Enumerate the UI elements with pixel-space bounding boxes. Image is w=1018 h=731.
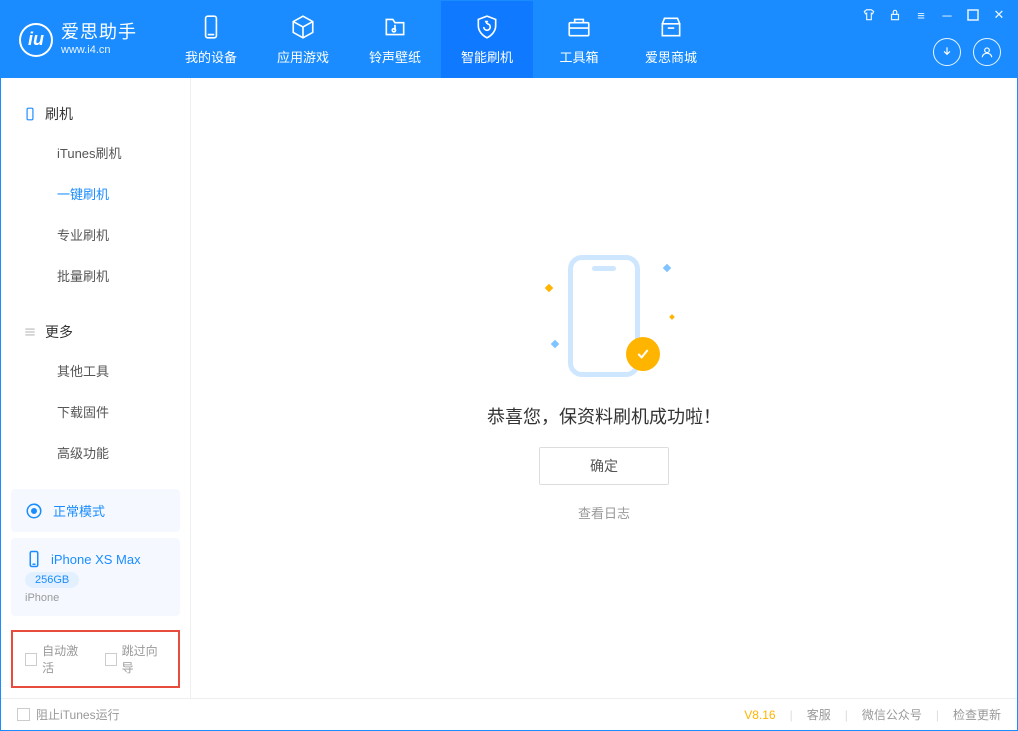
checkbox-box [17, 708, 30, 721]
version-label: V8.16 [744, 708, 775, 722]
sidebar-heading-flash: 刷机 [1, 96, 190, 132]
minimize-icon[interactable]: ─ [939, 7, 955, 23]
phone-small-icon [25, 550, 43, 568]
tab-flash[interactable]: 智能刷机 [441, 1, 533, 78]
check-circle-icon [626, 337, 660, 371]
footer-right: V8.16 | 客服 | 微信公众号 | 检查更新 [744, 706, 1001, 723]
sidebar-item-download-fw[interactable]: 下载固件 [1, 391, 190, 432]
spark-icon [545, 283, 553, 291]
toolbox-icon [565, 13, 593, 41]
heading-label: 更多 [45, 322, 73, 342]
heading-label: 刷机 [45, 104, 73, 124]
tab-label: 爱思商城 [645, 47, 697, 66]
body: 刷机 iTunes刷机 一键刷机 专业刷机 批量刷机 更多 其他工具 下载固件 … [1, 78, 1017, 698]
phone-icon [23, 107, 37, 121]
list-icon [23, 325, 37, 339]
tab-toolbox[interactable]: 工具箱 [533, 1, 625, 78]
tshirt-icon[interactable] [861, 7, 877, 23]
checkbox-block-itunes[interactable]: 阻止iTunes运行 [17, 706, 120, 723]
spark-icon [663, 263, 671, 271]
app-title: 爱思助手 [61, 22, 137, 44]
checkbox-box [105, 653, 117, 666]
checkbox-label: 跳过向导 [122, 642, 166, 676]
sidebar-section-flash: 刷机 iTunes刷机 一键刷机 专业刷机 批量刷机 [1, 78, 190, 296]
cube-icon [289, 13, 317, 41]
logo[interactable]: iu 爱思助手 www.i4.cn [1, 1, 155, 78]
spark-icon [551, 339, 559, 347]
view-log-link[interactable]: 查看日志 [578, 503, 630, 522]
sidebar: 刷机 iTunes刷机 一键刷机 专业刷机 批量刷机 更多 其他工具 下载固件 … [1, 78, 191, 698]
sidebar-item-advanced[interactable]: 高级功能 [1, 432, 190, 473]
lock-icon[interactable] [887, 7, 903, 23]
sidebar-item-oneclick-flash[interactable]: 一键刷机 [1, 173, 190, 214]
checkbox-skip-guide[interactable]: 跳过向导 [105, 642, 167, 676]
tab-ringtone[interactable]: 铃声壁纸 [349, 1, 441, 78]
user-button[interactable] [973, 38, 1001, 66]
device-icon [197, 13, 225, 41]
checkbox-label: 阻止iTunes运行 [36, 706, 120, 723]
sidebar-item-pro-flash[interactable]: 专业刷机 [1, 214, 190, 255]
sidebar-section-more: 更多 其他工具 下载固件 高级功能 [1, 296, 190, 473]
footer: 阻止iTunes运行 V8.16 | 客服 | 微信公众号 | 检查更新 [1, 698, 1017, 730]
ok-button[interactable]: 确定 [539, 447, 669, 485]
main-tabs: 我的设备 应用游戏 铃声壁纸 智能刷机 工具箱 爱思商城 [165, 1, 717, 78]
tab-label: 我的设备 [185, 47, 237, 66]
header-right-buttons [933, 38, 1001, 66]
separator: | [845, 708, 848, 722]
spark-icon [669, 314, 675, 320]
store-icon [657, 13, 685, 41]
tab-apps[interactable]: 应用游戏 [257, 1, 349, 78]
update-link[interactable]: 检查更新 [953, 706, 1001, 723]
device-type: iPhone [25, 592, 59, 604]
separator: | [936, 708, 939, 722]
window-controls: ≡ ─ ✕ [861, 7, 1007, 23]
tab-label: 智能刷机 [461, 47, 513, 66]
checkbox-row-highlighted: 自动激活 跳过向导 [11, 630, 180, 688]
wechat-link[interactable]: 微信公众号 [862, 706, 922, 723]
checkbox-box [25, 653, 37, 666]
sidebar-heading-more: 更多 [1, 314, 190, 350]
success-message: 恭喜您，保资料刷机成功啦！ [487, 403, 721, 429]
device-mode-card[interactable]: 正常模式 [11, 489, 180, 532]
logo-icon: iu [19, 23, 53, 57]
checkbox-auto-activate[interactable]: 自动激活 [25, 642, 87, 676]
logo-text: 爱思助手 www.i4.cn [61, 22, 137, 57]
device-storage-badge: 256GB [25, 572, 79, 588]
download-button[interactable] [933, 38, 961, 66]
device-name: iPhone XS Max [51, 552, 141, 567]
shield-refresh-icon [473, 13, 501, 41]
sidebar-item-itunes-flash[interactable]: iTunes刷机 [1, 132, 190, 173]
tab-store[interactable]: 爱思商城 [625, 1, 717, 78]
sidebar-item-batch-flash[interactable]: 批量刷机 [1, 255, 190, 296]
tab-my-device[interactable]: 我的设备 [165, 1, 257, 78]
checkbox-label: 自动激活 [42, 642, 86, 676]
device-mode-label: 正常模式 [53, 501, 105, 520]
tab-label: 铃声壁纸 [369, 47, 421, 66]
support-link[interactable]: 客服 [807, 706, 831, 723]
maximize-icon[interactable] [965, 7, 981, 23]
music-folder-icon [381, 13, 409, 41]
tab-label: 工具箱 [559, 47, 598, 66]
tab-label: 应用游戏 [277, 47, 329, 66]
sidebar-item-other-tools[interactable]: 其他工具 [1, 350, 190, 391]
device-cards: 正常模式 iPhone XS Max 256GB iPhone [1, 483, 190, 622]
separator: | [790, 708, 793, 722]
main-content: 恭喜您，保资料刷机成功啦！ 确定 查看日志 [191, 78, 1017, 698]
device-info-card[interactable]: iPhone XS Max 256GB iPhone [11, 538, 180, 616]
mode-icon [25, 502, 43, 520]
menu-icon[interactable]: ≡ [913, 7, 929, 23]
success-illustration [544, 255, 664, 385]
header: iu 爱思助手 www.i4.cn 我的设备 应用游戏 铃声壁纸 智能刷机 工具… [1, 1, 1017, 78]
close-icon[interactable]: ✕ [991, 7, 1007, 23]
app-subtitle: www.i4.cn [61, 44, 137, 57]
